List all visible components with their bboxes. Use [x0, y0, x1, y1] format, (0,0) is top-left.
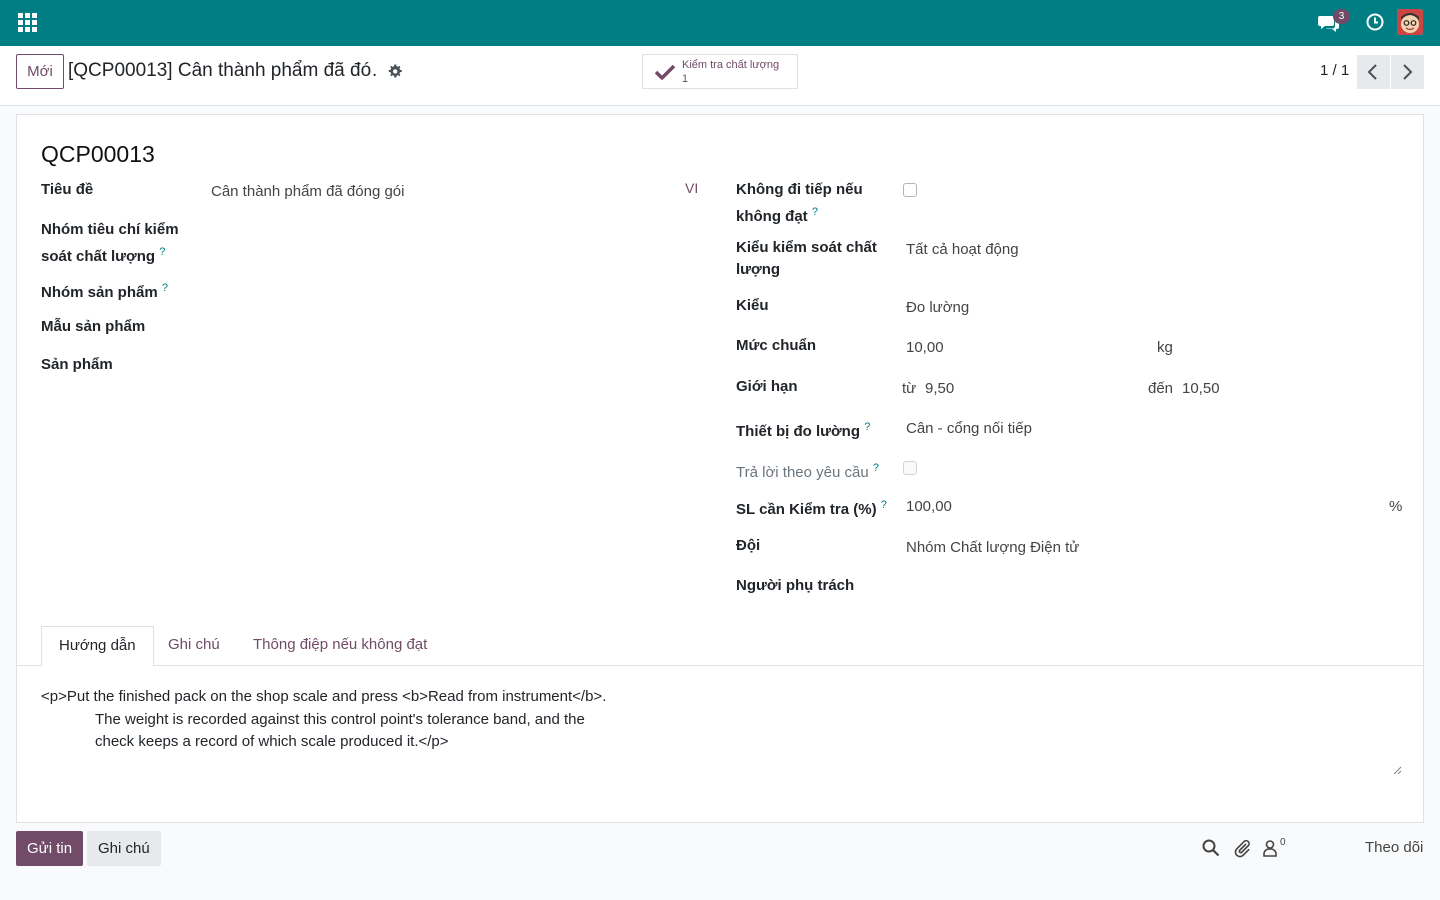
quantity-percent-label: SL cần Kiểm tra (%) ? — [736, 494, 887, 521]
check-icon — [654, 64, 676, 80]
control-panel: Mới [QCP00013] Cân thành phẩm đã đó… Kiể… — [0, 46, 1440, 106]
form-sheet: QCP00013 Tiêu đề Cân thành phẩm đã đóng … — [16, 114, 1424, 823]
help-tooltip-icon[interactable]: ? — [881, 499, 887, 511]
qc-group-label-line1: Nhóm tiêu chí kiểm — [41, 221, 179, 238]
team-field[interactable]: Nhóm Chất lượng Điện tử — [906, 537, 1079, 559]
user-icon[interactable] — [1262, 838, 1282, 858]
type-label: Kiểu — [736, 297, 769, 314]
instructions-textarea[interactable]: <p>Put the finished pack on the shop sca… — [41, 686, 1401, 778]
title-label: Tiêu đề — [41, 181, 94, 198]
send-message-button[interactable]: Gửi tin — [16, 831, 84, 866]
translate-button[interactable]: VI — [685, 180, 698, 196]
no-continue-label-line1: Không đi tiếp nếu — [736, 181, 863, 198]
qc-group-label-line2: soát chất lượng — [41, 248, 156, 265]
tolerance-min-field[interactable]: 9,50 — [925, 378, 954, 400]
instructions-line: <p>Put the finished pack on the shop sca… — [41, 688, 607, 705]
top-navbar: 3 — [0, 0, 1440, 46]
quantity-percent-field[interactable]: 100,00 — [906, 496, 952, 518]
help-tooltip-icon[interactable]: ? — [159, 246, 165, 258]
qc-group-label: Nhóm tiêu chí kiểm soát chất lượng ? — [41, 219, 179, 268]
notebook-tabs: Hướng dẫn Ghi chú Thông điệp nếu không đ… — [17, 626, 1423, 667]
tab-notes[interactable]: Ghi chú — [151, 626, 237, 667]
on-demand-label-text: Trả lời theo yêu cầu — [736, 464, 869, 481]
on-demand-checkbox — [903, 461, 917, 475]
tolerance-label: Giới hạn — [736, 378, 798, 395]
operation-type-label-line2: lượng — [736, 261, 781, 278]
norm-unit: kg — [1157, 339, 1173, 356]
followers-count: 0 — [1280, 837, 1286, 848]
product-category-label: Nhóm sản phẩm ? — [41, 277, 168, 304]
help-tooltip-icon[interactable]: ? — [812, 206, 818, 218]
follow-button[interactable]: Theo dõi — [1365, 839, 1423, 856]
operation-type-field[interactable]: Tất cả hoạt động — [906, 239, 1019, 261]
product-category-label-text: Nhóm sản phẩm — [41, 284, 158, 301]
type-field[interactable]: Đo lường — [906, 297, 969, 319]
responsible-label: Người phụ trách — [736, 577, 855, 594]
gear-icon[interactable] — [387, 63, 403, 79]
clock-icon[interactable] — [1365, 12, 1385, 32]
help-tooltip-icon[interactable]: ? — [864, 421, 870, 433]
norm-field[interactable]: 10,00 — [906, 337, 944, 359]
product-template-label: Mẫu sản phẩm — [41, 318, 146, 335]
quantity-percent-label-text: SL cần Kiểm tra (%) — [736, 501, 877, 518]
no-continue-label: Không đi tiếp nếu không đạt ? — [736, 179, 863, 228]
team-label: Đội — [736, 537, 761, 554]
messages-count-badge: 3 — [1333, 9, 1350, 24]
operation-type-label-line1: Kiểu kiểm soát chất — [736, 239, 877, 256]
device-label-text: Thiết bị đo lường — [736, 423, 861, 440]
quality-checks-smart-button[interactable]: Kiểm tra chất lượng 1 — [642, 54, 798, 89]
smart-button-label: Kiểm tra chất lượng — [682, 59, 780, 71]
tolerance-from-label: từ — [902, 380, 917, 397]
device-label: Thiết bị đo lường ? — [736, 416, 870, 443]
title-field[interactable]: Cân thành phẩm đã đóng gói — [211, 181, 404, 203]
user-avatar[interactable] — [1397, 9, 1423, 35]
responsible-field[interactable] — [906, 575, 1386, 597]
pager-next-button[interactable] — [1391, 55, 1424, 89]
instructions-line: The weight is recorded against this cont… — [95, 710, 585, 728]
pager-previous-button[interactable] — [1357, 55, 1390, 89]
no-continue-checkbox[interactable] — [903, 183, 917, 197]
breadcrumb-title: [QCP00013] Cân thành phẩm đã đó… — [68, 60, 378, 81]
percent-unit: % — [1389, 498, 1403, 515]
tab-failure-message[interactable]: Thông điệp nếu không đạt — [236, 626, 444, 667]
tolerance-max-field[interactable]: 10,50 — [1182, 378, 1220, 400]
tolerance-to-label: đến — [1148, 380, 1174, 397]
operation-type-label: Kiểu kiểm soát chất lượng — [736, 237, 877, 281]
help-tooltip-icon[interactable]: ? — [873, 462, 879, 474]
help-tooltip-icon[interactable]: ? — [162, 282, 168, 294]
search-icon[interactable] — [1201, 838, 1221, 858]
product-label: Sản phẩm — [41, 356, 113, 373]
resize-handle-icon[interactable] — [1392, 765, 1402, 775]
on-demand-label: Trả lời theo yêu cầu ? — [736, 457, 879, 484]
instructions-line: check keeps a record of which scale prod… — [95, 733, 449, 750]
paperclip-icon[interactable] — [1232, 838, 1252, 858]
no-continue-label-line2: không đạt — [736, 208, 808, 225]
smart-button-count: 1 — [682, 73, 689, 85]
device-field[interactable]: Cân - cổng nối tiếp — [906, 418, 1032, 440]
log-note-button[interactable]: Ghi chú — [87, 831, 161, 866]
chevron-left-icon — [1367, 64, 1377, 80]
tab-instructions[interactable]: Hướng dẫn — [41, 626, 154, 667]
apps-grid-icon[interactable] — [18, 13, 37, 32]
new-button[interactable]: Mới — [16, 54, 64, 89]
pager-value[interactable]: 1 / 1 — [1320, 62, 1349, 79]
norm-label: Mức chuẩn — [736, 337, 817, 354]
record-name: QCP00013 — [41, 141, 155, 167]
chevron-right-icon — [1403, 64, 1413, 80]
